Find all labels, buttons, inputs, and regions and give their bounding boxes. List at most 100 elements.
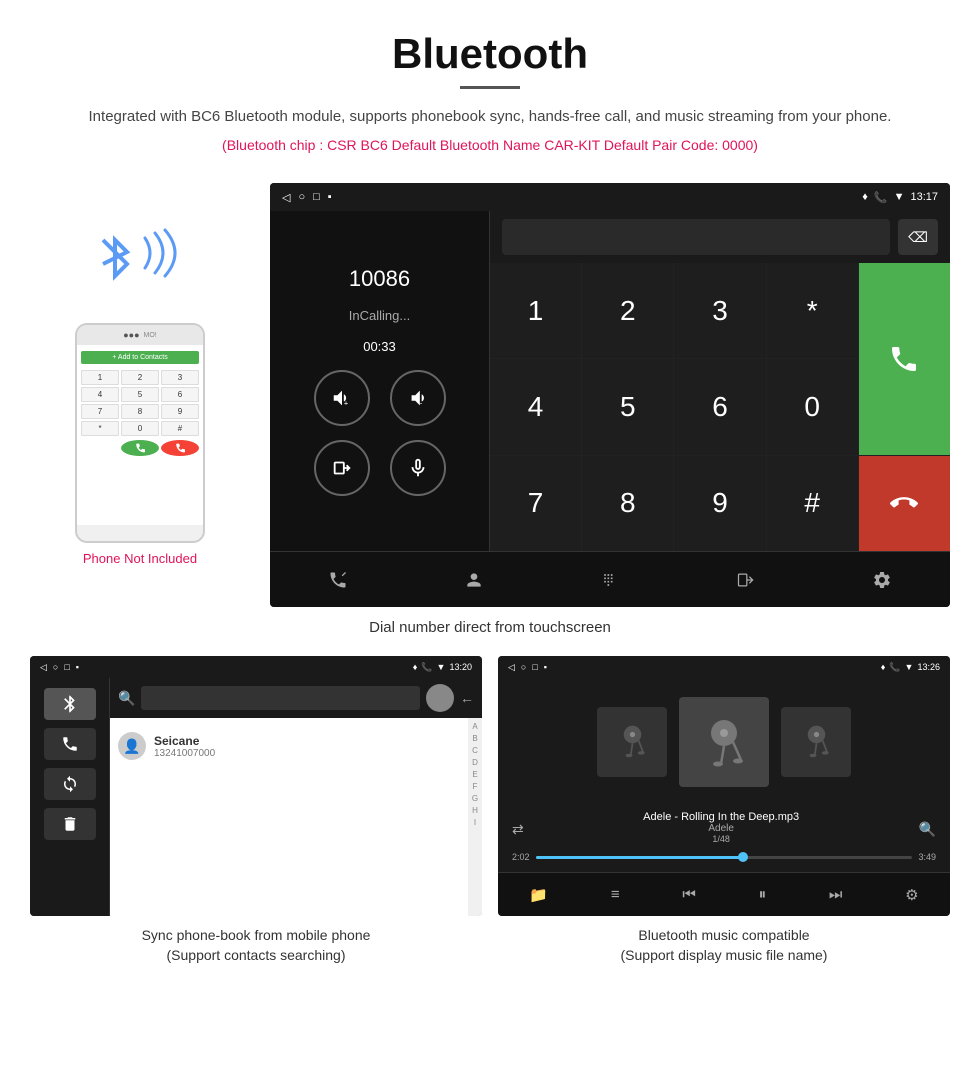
pb-search-icon: 🔍 <box>118 690 135 707</box>
pb-back: ◁ <box>40 662 47 673</box>
phone-call-button <box>121 440 159 456</box>
pb-alpha-c[interactable]: C <box>472 746 478 755</box>
key-8[interactable]: 8 <box>582 456 673 551</box>
home-icon: ○ <box>298 191 305 203</box>
transfer-button[interactable] <box>314 440 370 496</box>
key-2[interactable]: 2 <box>582 263 673 358</box>
keypad-panel: ⌫ 1 2 3 * 4 5 6 0 <box>490 211 950 551</box>
main-caption: Dial number direct from touchscreen <box>0 607 980 656</box>
call-status-icon: 📞 <box>874 191 888 204</box>
music-status-right: ♦ 📞 ▼ 13:26 <box>881 662 940 673</box>
location-icon: ♦ <box>862 191 868 203</box>
nav-contacts-icon[interactable] <box>449 560 499 600</box>
phonebook-content: 🔍 ← 👤 Seicane 13241007000 <box>30 678 482 916</box>
music-album-area <box>498 678 950 805</box>
backspace-button[interactable]: ⌫ <box>898 219 938 255</box>
music-card: ◁ ○ □ ▪ ♦ 📞 ▼ 13:26 <box>498 656 950 969</box>
bluetooth-icon <box>90 228 140 288</box>
pb-bluetooth-btn[interactable] <box>44 688 96 720</box>
call-controls: + - <box>314 370 446 496</box>
call-button[interactable] <box>859 263 950 455</box>
pb-status-right: ♦ 📞 ▼ 13:20 <box>413 662 472 673</box>
phonebook-caption: Sync phone-book from mobile phone (Suppo… <box>30 916 482 969</box>
music-nav-folder[interactable]: 📁 <box>529 886 548 904</box>
music-search-icon[interactable]: 🔍 <box>919 821 936 838</box>
nav-calls-icon[interactable] <box>313 560 363 600</box>
end-call-button[interactable] <box>859 456 950 551</box>
pb-alpha-g[interactable]: G <box>472 794 478 803</box>
music-nav-playpause[interactable]: ⏸ <box>759 886 767 903</box>
music-progress-dot <box>738 852 748 862</box>
ctrl-row-1: + - <box>314 370 446 426</box>
pb-search-bar[interactable] <box>141 686 420 710</box>
pb-alpha-e[interactable]: E <box>472 770 477 779</box>
nav-transfer-icon[interactable] <box>721 560 771 600</box>
music-nav-eq[interactable]: ⚙ <box>905 886 918 904</box>
music-track-num: 1/48 <box>643 834 799 844</box>
album-art-main <box>679 697 769 787</box>
status-icons-right: ♦ 📞 ▼ 13:17 <box>862 191 938 204</box>
pb-status-bar: ◁ ○ □ ▪ ♦ 📞 ▼ 13:20 <box>30 656 482 678</box>
contact-name: Seicane <box>154 734 215 748</box>
pb-nav-icons: ◁ ○ □ ▪ <box>40 662 79 673</box>
key-4[interactable]: 4 <box>490 359 581 454</box>
pb-left-nav <box>30 678 110 916</box>
pb-alpha-d[interactable]: D <box>472 758 478 767</box>
music-track-title: Adele - Rolling In the Deep.mp3 <box>643 811 799 823</box>
phone-not-included-label: Phone Not Included <box>83 551 197 566</box>
top-section: ●●● MO! + Add to Contacts 1 2 3 4 5 6 7 … <box>0 183 980 607</box>
keypad-input-field[interactable] <box>502 219 890 255</box>
music-artist: Adele <box>643 823 799 834</box>
phone-key-2: 2 <box>121 370 159 385</box>
pb-alpha-i[interactable]: I <box>474 818 476 827</box>
contact-item-seicane[interactable]: 👤 Seicane 13241007000 <box>118 726 460 766</box>
key-9[interactable]: 9 <box>674 456 765 551</box>
pb-time: 13:20 <box>449 662 472 672</box>
phone-key-5: 5 <box>121 387 159 402</box>
music-loc: ♦ <box>881 662 886 672</box>
mic-button[interactable] <box>390 440 446 496</box>
call-number: 10086 <box>349 266 410 292</box>
clock: 13:17 <box>910 191 938 203</box>
page-title: Bluetooth <box>20 30 960 78</box>
phone-bottom-row <box>81 440 199 456</box>
page-header: Bluetooth Integrated with BC6 Bluetooth … <box>0 0 980 183</box>
key-1[interactable]: 1 <box>490 263 581 358</box>
music-caption-line2: (Support display music file name) <box>621 947 828 963</box>
pb-delete-btn[interactable] <box>44 808 96 840</box>
pb-alpha-f[interactable]: F <box>473 782 478 791</box>
nav-keypad-icon[interactable] <box>585 560 635 600</box>
key-star[interactable]: * <box>767 263 858 358</box>
phonebook-caption-line2: (Support contacts searching) <box>167 947 346 963</box>
pb-alpha-b[interactable]: B <box>472 734 477 743</box>
phone-key-star: * <box>81 421 119 436</box>
svg-text:+: + <box>343 398 347 407</box>
nav-settings-icon[interactable] <box>857 560 907 600</box>
shuffle-icon[interactable]: ⇄ <box>512 821 524 838</box>
pb-contacts: 👤 Seicane 13241007000 <box>110 718 468 916</box>
key-6[interactable]: 6 <box>674 359 765 454</box>
bottom-nav <box>270 551 950 607</box>
volume-up-button[interactable]: + <box>314 370 370 426</box>
volume-down-button[interactable]: - <box>390 370 446 426</box>
pb-alpha-a[interactable]: A <box>472 722 477 731</box>
pb-phone-btn[interactable] <box>44 728 96 760</box>
music-nav-prev[interactable]: ⏮ <box>682 886 696 903</box>
call-timer: 00:33 <box>363 339 396 354</box>
key-3[interactable]: 3 <box>674 263 765 358</box>
key-0[interactable]: 0 <box>767 359 858 454</box>
key-7[interactable]: 7 <box>490 456 581 551</box>
bottom-section: ◁ ○ □ ▪ ♦ 📞 ▼ 13:20 <box>0 656 980 989</box>
pb-wifi: ▼ <box>437 662 446 672</box>
music-progress-bar[interactable] <box>536 856 913 859</box>
music-nav-list[interactable]: ≡ <box>611 886 620 903</box>
music-nav-next[interactable]: ⏭ <box>829 886 843 903</box>
pb-alpha-h[interactable]: H <box>472 806 478 815</box>
pb-back-icon: ← <box>460 690 474 706</box>
pb-sync-btn[interactable] <box>44 768 96 800</box>
music-back: ◁ <box>508 662 515 673</box>
key-hash[interactable]: # <box>767 456 858 551</box>
recents-icon: □ <box>313 191 320 203</box>
key-5[interactable]: 5 <box>582 359 673 454</box>
music-nav-icons: ◁ ○ □ ▪ <box>508 662 547 673</box>
